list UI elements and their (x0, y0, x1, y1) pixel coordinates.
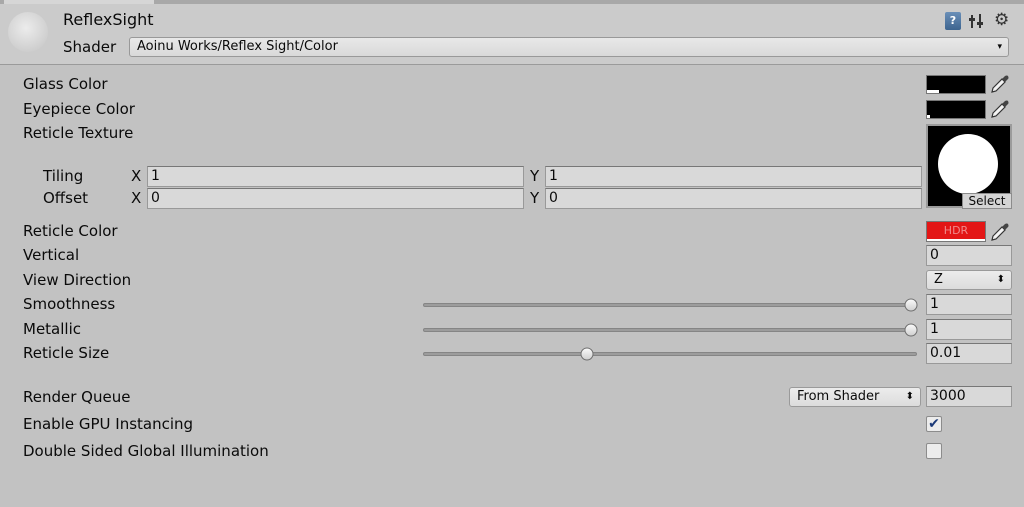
hdr-badge: HDR (943, 224, 969, 237)
metallic-slider-track[interactable] (423, 328, 917, 332)
double-sided-gi-checkbox[interactable] (926, 443, 942, 459)
render-queue-mode-value: From Shader (797, 389, 880, 404)
eyedropper-icon[interactable] (989, 221, 1011, 243)
smoothness-slider-thumb[interactable] (904, 298, 918, 312)
glass-color-swatch[interactable] (926, 75, 986, 94)
shader-dropdown[interactable]: Aoinu Works/Reflex Sight/Color ▾ (129, 37, 1009, 57)
vertical-label: Vertical (23, 246, 80, 264)
reticle-color-label: Reticle Color (23, 222, 118, 240)
offset-label: Offset (43, 189, 89, 207)
eyedropper-icon[interactable] (989, 98, 1011, 120)
tiling-y-label: Y (530, 167, 540, 185)
reticle-color-alpha-bar (927, 239, 985, 241)
gpu-instancing-checkbox[interactable]: ✔ (926, 416, 942, 432)
presets-sliders-icon[interactable] (969, 12, 985, 30)
reticle-size-slider-track[interactable] (423, 352, 917, 356)
view-direction-dropdown[interactable]: Z ⬍ (926, 270, 1012, 290)
gpu-instancing-label: Enable GPU Instancing (23, 415, 194, 433)
tiling-x-label: X (131, 167, 142, 185)
offset-x-field[interactable]: 0 (147, 188, 524, 209)
eyepiece-color-alpha-bar (927, 115, 930, 118)
glass-color-label: Glass Color (23, 75, 108, 93)
tiling-x-field[interactable]: 1 (147, 166, 524, 187)
updown-arrows-icon: ⬍ (905, 391, 914, 402)
smoothness-field[interactable]: 1 (926, 294, 1012, 315)
eyedropper-icon[interactable] (989, 73, 1011, 95)
reticle-texture-thumbnail (938, 134, 998, 194)
help-book-icon[interactable]: ? (945, 12, 961, 30)
offset-y-field[interactable]: 0 (545, 188, 922, 209)
render-queue-field[interactable]: 3000 (926, 386, 1012, 407)
material-preview-icon (8, 12, 48, 52)
view-direction-label: View Direction (23, 271, 132, 289)
reticle-texture-label: Reticle Texture (23, 124, 134, 142)
material-title: ReflexSight (63, 10, 154, 29)
reticle-size-field[interactable]: 0.01 (926, 343, 1012, 364)
texture-select-button[interactable]: Select (962, 193, 1012, 209)
double-sided-gi-label: Double Sided Global Illumination (23, 442, 269, 460)
tiling-label: Tiling (43, 167, 84, 185)
tiling-y-field[interactable]: 1 (545, 166, 922, 187)
shader-dropdown-value: Aoinu Works/Reflex Sight/Color (137, 39, 338, 54)
inspector-tab-fragment[interactable] (4, 0, 154, 4)
view-direction-value: Z (934, 272, 943, 287)
metallic-slider-thumb[interactable] (904, 323, 918, 337)
metallic-label: Metallic (23, 320, 81, 338)
eyepiece-color-label: Eyepiece Color (23, 100, 135, 118)
offset-x-label: X (131, 189, 142, 207)
render-queue-label: Render Queue (23, 388, 131, 406)
updown-arrows-icon: ⬍ (996, 274, 1005, 285)
reticle-size-label: Reticle Size (23, 344, 110, 362)
smoothness-slider-track[interactable] (423, 303, 917, 307)
chevron-down-icon: ▾ (997, 42, 1002, 52)
reticle-size-slider-thumb[interactable] (580, 347, 594, 361)
smoothness-label: Smoothness (23, 295, 116, 313)
render-queue-mode-dropdown[interactable]: From Shader ⬍ (789, 387, 921, 407)
reticle-color-hdr-swatch[interactable]: HDR (926, 221, 986, 242)
vertical-field[interactable]: 0 (926, 245, 1012, 266)
gear-icon[interactable]: ⚙ (994, 10, 1009, 30)
metallic-field[interactable]: 1 (926, 319, 1012, 340)
eyepiece-color-swatch[interactable] (926, 100, 986, 119)
shader-label: Shader (63, 38, 117, 56)
glass-color-alpha-bar (927, 90, 939, 93)
offset-y-label: Y (530, 189, 540, 207)
